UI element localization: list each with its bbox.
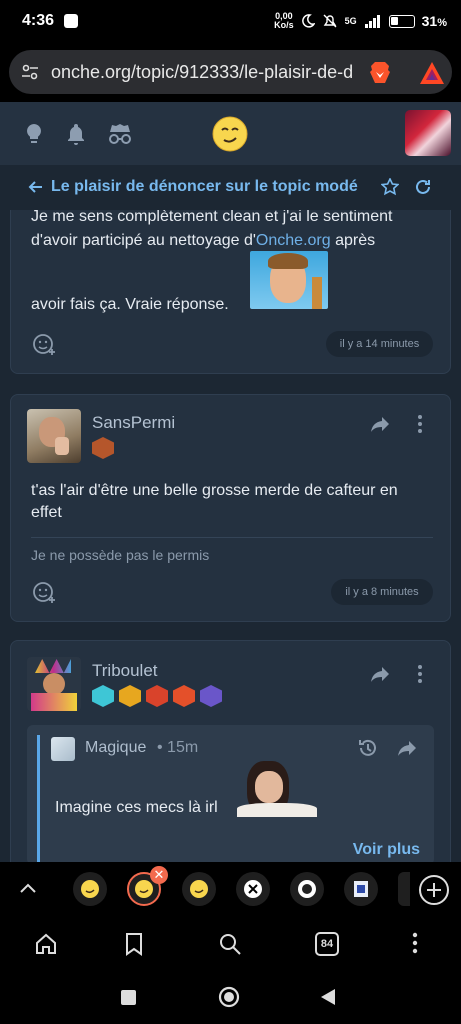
post-card: Triboulet Magique • 15m Imagine ces mecs… bbox=[10, 640, 451, 862]
x-logo-icon bbox=[244, 880, 262, 898]
site-logo-smiley-icon[interactable] bbox=[212, 116, 248, 152]
url-text[interactable]: onche.org/topic/912333/le-plaisir-de-d bbox=[51, 62, 356, 83]
post-author-name[interactable]: Triboulet bbox=[92, 661, 158, 681]
post-timestamp: il y a 8 minutes bbox=[331, 579, 433, 605]
quoted-message[interactable]: Magique • 15m Imagine ces mecs là irl Vo… bbox=[27, 725, 434, 862]
battery-percent: 31% bbox=[421, 13, 447, 29]
mute-icon bbox=[323, 14, 337, 28]
post-text-line: t'as l'air d'être une belle grosse merde… bbox=[31, 482, 398, 499]
document-badge-icon bbox=[173, 685, 195, 707]
smiley-icon bbox=[135, 880, 153, 898]
home-circle-icon[interactable] bbox=[218, 986, 240, 1008]
topic-title[interactable]: Le plaisir de dénoncer sur le topic modé bbox=[51, 178, 362, 196]
bell-icon[interactable] bbox=[64, 122, 88, 146]
chevron-up-icon[interactable] bbox=[18, 880, 38, 896]
notification-icon bbox=[64, 14, 79, 28]
globe-icon bbox=[298, 880, 316, 898]
smiley-icon bbox=[190, 880, 208, 898]
bookmark-icon[interactable] bbox=[124, 932, 144, 956]
recents-button[interactable] bbox=[121, 990, 136, 1005]
coin-badge-icon bbox=[119, 685, 141, 707]
close-tab-icon[interactable]: ✕ bbox=[150, 866, 168, 884]
post-signature: Je ne possède pas le permis bbox=[31, 547, 210, 563]
quote-time: • 15m bbox=[157, 739, 199, 756]
post-text-line: d'avoir participé au nettoyage d'Onche.o… bbox=[31, 232, 376, 249]
moon-icon bbox=[301, 14, 315, 28]
status-time: 4:36 bbox=[22, 12, 55, 29]
more-options-icon[interactable] bbox=[417, 664, 423, 684]
lightbulb-icon[interactable] bbox=[22, 122, 46, 146]
post-text-line: avoir fais ça. Vraie réponse. bbox=[31, 296, 229, 313]
post-author-avatar[interactable] bbox=[27, 657, 81, 711]
post-link[interactable]: Onche.org bbox=[256, 232, 331, 249]
browser-toolbar: onche.org/topic/912333/le-plaisir-de-d bbox=[0, 42, 461, 102]
history-icon[interactable] bbox=[357, 737, 379, 759]
network-speed: 0,00 Ko/s bbox=[274, 11, 294, 30]
signal-icon bbox=[364, 15, 380, 28]
post-author-avatar[interactable] bbox=[27, 409, 81, 463]
tab-count-button[interactable]: 84 bbox=[315, 932, 339, 956]
see-more-link[interactable]: Voir plus bbox=[353, 841, 420, 859]
system-nav bbox=[0, 974, 461, 1024]
share-icon[interactable] bbox=[369, 413, 391, 435]
browser-bottom-nav: 84 bbox=[0, 916, 461, 974]
quote-author-avatar bbox=[51, 737, 75, 761]
quote-text: Imagine ces mecs là irl bbox=[55, 799, 218, 816]
topic-bar: Le plaisir de dénoncer sur le topic modé bbox=[0, 166, 461, 210]
battery-icon bbox=[388, 14, 415, 28]
back-triangle-icon[interactable] bbox=[320, 988, 336, 1006]
tab-site[interactable] bbox=[290, 872, 324, 906]
home-icon[interactable] bbox=[34, 932, 58, 956]
post-author-name[interactable]: SansPermi bbox=[92, 413, 175, 433]
user-avatar[interactable] bbox=[405, 110, 451, 156]
status-bar: 4:36 0,00 Ko/s 5G 31% bbox=[0, 0, 461, 42]
add-reaction-icon[interactable] bbox=[31, 331, 57, 357]
add-reaction-icon[interactable] bbox=[31, 579, 57, 605]
signal-label: 5G bbox=[344, 16, 357, 26]
flower-badge-icon bbox=[146, 685, 168, 707]
tab-onche[interactable] bbox=[73, 872, 107, 906]
moon-badge-icon bbox=[200, 685, 222, 707]
new-tab-icon[interactable] bbox=[418, 874, 450, 906]
address-bar[interactable]: onche.org/topic/912333/le-plaisir-de-d bbox=[9, 50, 452, 94]
document-icon bbox=[354, 881, 368, 897]
topic-content: Le plaisir de dénoncer sur le topic modé… bbox=[0, 166, 461, 862]
refresh-icon[interactable] bbox=[414, 178, 432, 196]
sticker-image bbox=[250, 251, 328, 309]
back-arrow-icon[interactable] bbox=[28, 179, 44, 195]
quote-author-name: Magique bbox=[85, 739, 147, 756]
quote-bar bbox=[37, 735, 40, 862]
tab-count: 84 bbox=[320, 938, 334, 950]
share-icon[interactable] bbox=[396, 737, 418, 759]
incognito-icon[interactable] bbox=[106, 122, 134, 146]
sticker-image bbox=[237, 759, 317, 817]
rank-badge-icon bbox=[92, 437, 114, 459]
tab-site[interactable] bbox=[344, 872, 378, 906]
smiley-icon bbox=[81, 880, 99, 898]
rank-badge-icon bbox=[92, 685, 114, 707]
search-icon[interactable] bbox=[218, 932, 242, 956]
brave-rewards-icon[interactable] bbox=[419, 61, 445, 85]
site-settings-icon[interactable] bbox=[21, 63, 39, 81]
tab-partial[interactable] bbox=[398, 872, 410, 906]
star-icon[interactable] bbox=[381, 178, 399, 196]
tab-onche[interactable] bbox=[182, 872, 216, 906]
share-icon[interactable] bbox=[369, 663, 391, 685]
tab-x[interactable] bbox=[236, 872, 270, 906]
post-timestamp: il y a 14 minutes bbox=[326, 331, 433, 357]
post-text-line: effet bbox=[31, 504, 62, 521]
more-options-icon[interactable] bbox=[417, 414, 423, 434]
menu-icon[interactable] bbox=[412, 932, 418, 954]
brave-shields-icon[interactable] bbox=[367, 60, 393, 86]
post-card: SansPermi t'as l'air d'être une belle gr… bbox=[10, 394, 451, 622]
signature-divider bbox=[31, 537, 433, 538]
tab-strip: ✕ bbox=[0, 862, 461, 916]
